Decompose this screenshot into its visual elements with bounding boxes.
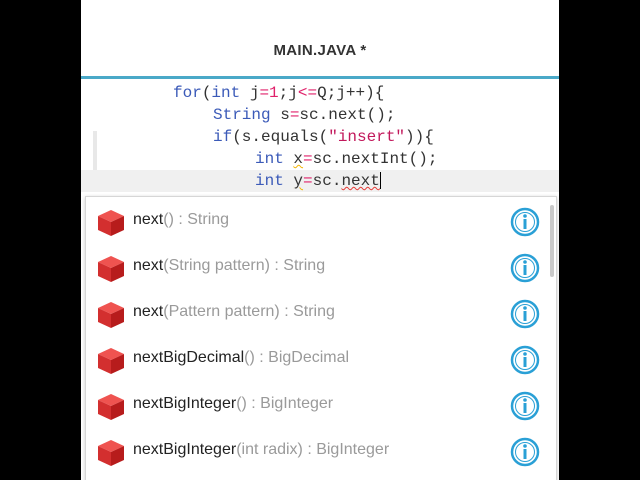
method-cube-icon — [96, 392, 126, 422]
method-cube-icon — [96, 346, 126, 376]
info-icon[interactable] — [510, 391, 540, 421]
method-signature: () : BigInteger — [236, 395, 334, 412]
completion-label: next() : String — [133, 211, 229, 229]
method-signature: (int radix) : BigInteger — [236, 441, 390, 458]
code-line-2[interactable]: String s=sc.next(); — [213, 104, 395, 126]
code-line-4[interactable]: int x=sc.nextInt(); — [255, 148, 437, 170]
completion-item[interactable]: nextBigInteger() : BigInteger — [86, 383, 548, 429]
method-cube-icon — [96, 208, 126, 238]
method-cube-icon — [96, 438, 126, 468]
autocomplete-popup[interactable]: next() : String next(String pattern) : St… — [85, 196, 557, 480]
file-title: MAIN.JAVA * — [273, 42, 367, 59]
method-name: next — [133, 257, 164, 274]
info-icon[interactable] — [510, 299, 540, 329]
completion-item[interactable]: nextBigDecimal() : BigDecimal — [86, 337, 548, 383]
code-editor[interactable]: for(int j=1;j<=Q;j++){ String s=sc.next(… — [81, 79, 559, 480]
text-cursor — [379, 172, 381, 190]
completion-label: next(String pattern) : String — [133, 257, 325, 275]
code-line-3[interactable]: if(s.equals("insert")){ — [213, 126, 434, 148]
method-signature: (String pattern) : String — [163, 257, 326, 274]
method-cube-icon — [96, 300, 126, 330]
completion-label: nextBigDecimal() : BigDecimal — [133, 349, 349, 367]
completion-item[interactable]: next(Pattern pattern) : String — [86, 291, 548, 337]
info-icon[interactable] — [510, 345, 540, 375]
method-name: nextBigInteger — [133, 441, 237, 458]
completion-label: nextBigInteger() : BigInteger — [133, 395, 333, 413]
method-signature: (Pattern pattern) : String — [163, 303, 335, 320]
popup-scrollbar[interactable] — [550, 205, 554, 277]
method-signature: () : String — [163, 211, 230, 228]
code-line-1[interactable]: for(int j=1;j<=Q;j++){ — [173, 82, 384, 104]
method-name: next — [133, 211, 164, 228]
completion-label: next(Pattern pattern) : String — [133, 303, 335, 321]
method-name: nextBigDecimal — [133, 349, 245, 366]
completion-label: nextBigInteger(int radix) : BigInteger — [133, 441, 389, 459]
info-icon[interactable] — [510, 253, 540, 283]
method-name: next — [133, 303, 164, 320]
method-name: nextBigInteger — [133, 395, 237, 412]
info-icon[interactable] — [510, 437, 540, 467]
info-icon[interactable] — [510, 207, 540, 237]
method-cube-icon — [96, 254, 126, 284]
completion-item[interactable]: next(String pattern) : String — [86, 245, 548, 291]
code-line-5[interactable]: int y=sc.next — [81, 170, 559, 192]
gutter-marker — [93, 131, 97, 171]
header: MAIN.JAVA * — [81, 0, 559, 76]
completion-item[interactable]: nextBigInteger(int radix) : BigInteger — [86, 429, 548, 475]
completion-item[interactable]: next() : String — [86, 199, 548, 245]
screen: MAIN.JAVA * for(int j=1;j<=Q;j++){ Strin… — [81, 0, 559, 480]
method-signature: () : BigDecimal — [244, 349, 350, 366]
